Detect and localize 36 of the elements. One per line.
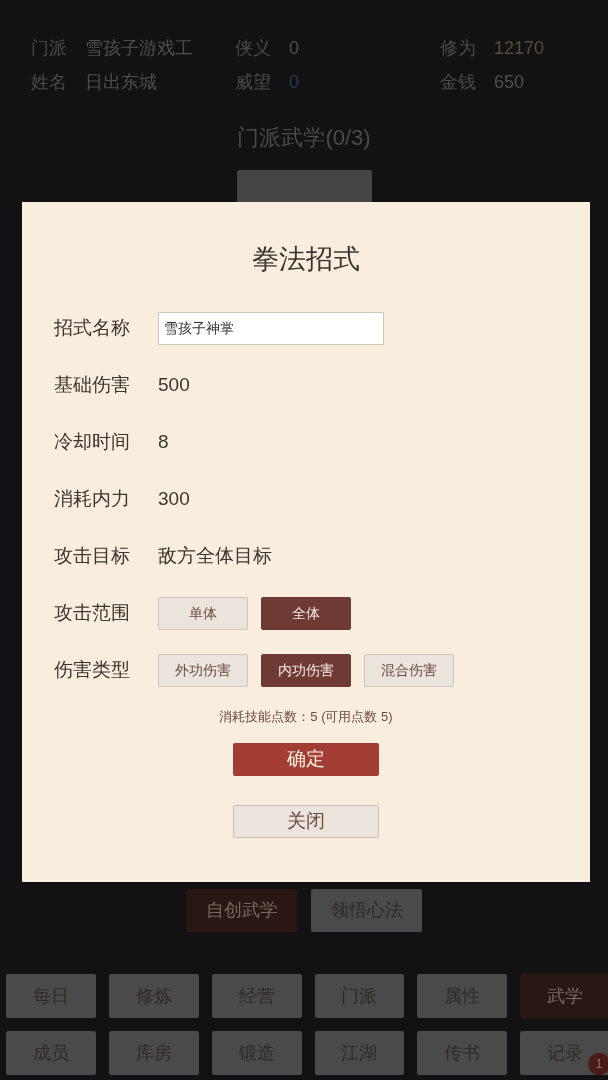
field-value: 敌方全体目标 (158, 544, 272, 569)
stat-value: 0 (289, 36, 299, 60)
sub-tab[interactable]: 自创武学 (186, 889, 297, 932)
field-value: 500 (158, 373, 190, 398)
nav-tab[interactable]: 武学 (520, 974, 608, 1018)
option-button[interactable]: 外功伤害 (158, 654, 248, 687)
dialog-title: 拳法招式 (252, 243, 360, 276)
close-button[interactable]: 关闭 (233, 804, 379, 838)
field-label: 冷却时间 (54, 430, 131, 455)
field-label: 攻击目标 (54, 544, 131, 569)
stat-value: 日出东城 (85, 70, 157, 94)
stat-label: 门派 (31, 36, 67, 60)
stat-label: 威望 (235, 70, 271, 94)
option-button[interactable]: 混合伤害 (364, 654, 454, 687)
option-button[interactable]: 单体 (158, 597, 248, 630)
name-input-field[interactable]: 雪孩子神掌 (158, 312, 384, 345)
field-value: 8 (158, 430, 169, 455)
field-label: 招式名称 (54, 316, 131, 341)
stat-value: 雪孩子游戏工 (85, 36, 193, 60)
option-button[interactable]: 全体 (261, 597, 351, 630)
stat-label: 金钱 (440, 70, 476, 94)
option-button[interactable]: 内功伤害 (261, 654, 351, 687)
field-value: 300 (158, 487, 190, 512)
stat-value: 650 (494, 70, 525, 94)
points-note: 消耗技能点数：5 (可用点数 5) (219, 708, 393, 726)
confirm-button[interactable]: 确定 (233, 742, 379, 776)
stat-value: 12170 (494, 36, 545, 60)
field-label: 伤害类型 (54, 658, 131, 683)
field-label: 基础伤害 (54, 373, 131, 398)
section-title: 门派武学(0/3) (237, 124, 371, 152)
stat-label: 姓名 (31, 70, 67, 94)
notification-badge: 1 (588, 1053, 608, 1075)
stat-label: 侠义 (235, 36, 271, 60)
field-label: 攻击范围 (54, 601, 131, 626)
field-label: 消耗内力 (54, 487, 131, 512)
stat-label: 修为 (440, 36, 476, 60)
